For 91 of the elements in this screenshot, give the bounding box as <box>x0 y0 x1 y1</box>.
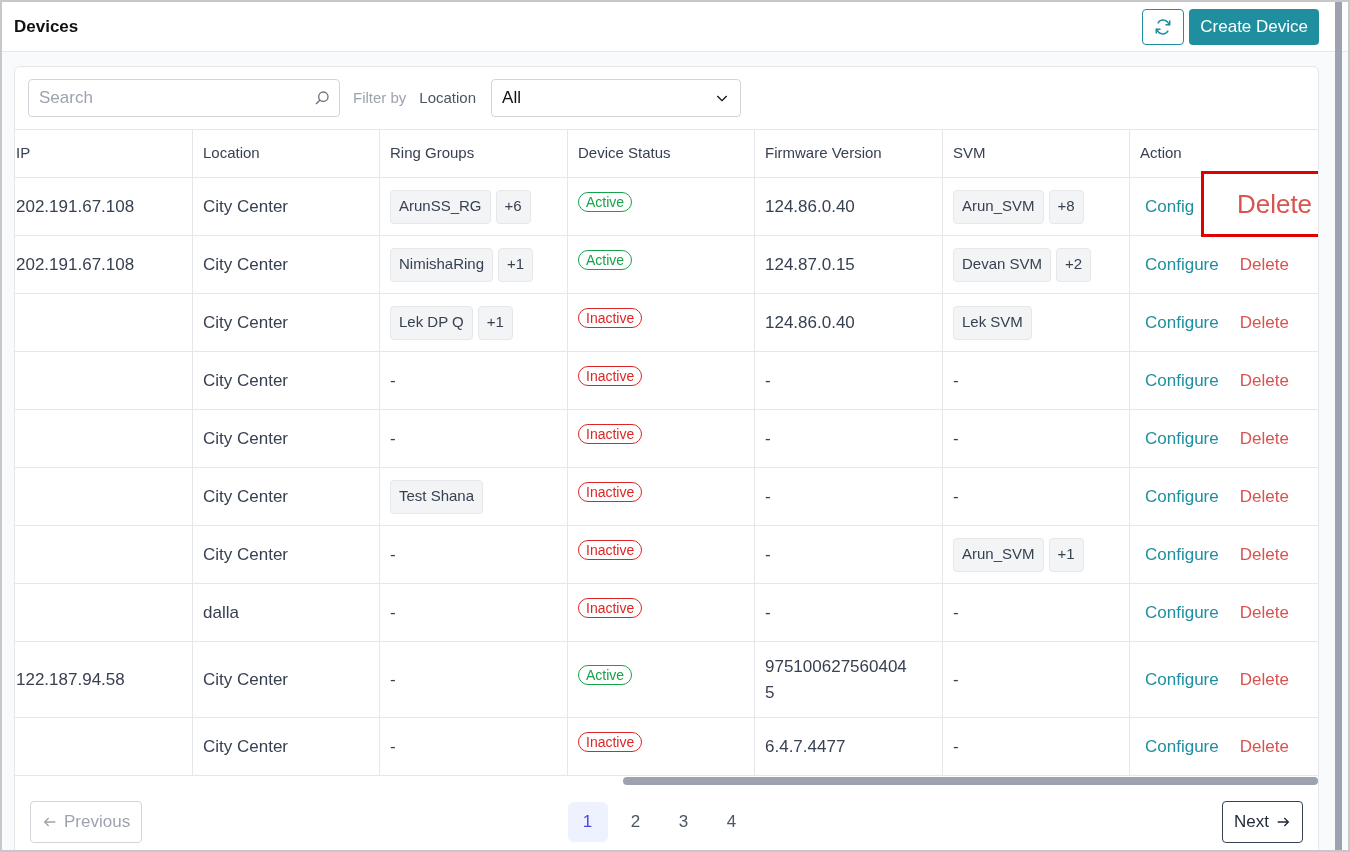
table-cell-text: - <box>953 427 959 450</box>
configure-link[interactable]: Config <box>1145 193 1195 220</box>
page-button[interactable]: 1 <box>567 802 608 842</box>
tag: ArunSS_RG <box>390 189 491 224</box>
page-button[interactable]: 2 <box>615 802 656 842</box>
page-title: Devices <box>14 15 79 38</box>
column-header: Firmware Version <box>765 143 882 164</box>
tag: Test Shana <box>390 479 484 514</box>
table-cell-text: 202.191.67.108 <box>16 253 135 276</box>
table-cell-text: City Center <box>203 668 289 691</box>
column-header: Action <box>1140 143 1182 164</box>
table-cell-text: 9751006275604045 <box>765 655 908 704</box>
filter-label: Filter by <box>353 87 407 108</box>
tag: NimishaRing <box>390 247 494 282</box>
column-header: IP <box>16 143 31 164</box>
tag: +1 <box>1048 537 1084 572</box>
table-cell-text: - <box>390 543 396 566</box>
table-cell-text: 6.4.7.4477 <box>765 735 846 758</box>
create-device-button[interactable]: Create Device <box>1189 8 1319 45</box>
table-cell-text: - <box>953 485 959 508</box>
table-cell-text: City Center <box>203 253 289 276</box>
table-cell-text: - <box>765 485 771 508</box>
location-select[interactable]: All <box>491 79 742 117</box>
next-button[interactable]: Next <box>1222 801 1303 843</box>
tag: +1 <box>477 305 513 340</box>
table-cell-text: - <box>390 668 396 691</box>
tag: +1 <box>498 247 534 282</box>
delete-link[interactable]: Delete <box>1239 483 1289 510</box>
table-cell-text: - <box>765 601 771 624</box>
table-cell-text: - <box>390 427 396 450</box>
tag: +2 <box>1056 247 1092 282</box>
tag: Arun_SVM <box>953 189 1044 224</box>
table-cell-text: - <box>953 601 959 624</box>
tag: Lek DP Q <box>390 305 473 340</box>
delete-link[interactable]: Delete <box>1239 425 1289 452</box>
table-cell-text: dalla <box>203 601 239 624</box>
table-cell-text: 124.87.0.15 <box>765 253 855 276</box>
refresh-icon <box>1154 17 1173 36</box>
table-cell-text: City Center <box>203 543 289 566</box>
table-cell-text: - <box>390 369 396 392</box>
delete-link[interactable]: Delete <box>1239 733 1289 760</box>
table-cell-text: - <box>765 369 771 392</box>
configure-link[interactable]: Configure <box>1145 541 1219 568</box>
tag: Devan SVM <box>953 247 1052 282</box>
configure-link[interactable]: Configure <box>1145 733 1219 760</box>
column-header: SVM <box>953 143 986 164</box>
page-button[interactable]: 4 <box>711 802 752 842</box>
configure-link[interactable]: Configure <box>1145 425 1219 452</box>
table-cell-text: - <box>953 735 959 758</box>
horizontal-scrollbar[interactable] <box>623 777 1318 785</box>
table-cell-text: - <box>765 543 771 566</box>
column-header: Location <box>203 143 260 164</box>
table-cell-text: City Center <box>203 311 289 334</box>
table-cell-text: - <box>953 369 959 392</box>
location-label: Location <box>419 87 477 108</box>
delete-link[interactable]: Delete <box>1239 666 1289 693</box>
table-cell-text: City Center <box>203 735 289 758</box>
configure-link[interactable]: Configure <box>1145 599 1219 626</box>
table-cell-text: City Center <box>203 369 289 392</box>
delete-link[interactable]: Delete <box>1239 251 1289 278</box>
page-button[interactable]: 3 <box>663 802 704 842</box>
search-field[interactable]: Search <box>28 79 340 117</box>
table-cell-text: - <box>390 735 396 758</box>
table-cell-text: City Center <box>203 485 289 508</box>
configure-link[interactable]: Configure <box>1145 483 1219 510</box>
delete-link[interactable]: Delete <box>1239 599 1289 626</box>
scrollbar[interactable] <box>1335 2 1342 850</box>
table-cell-text: City Center <box>203 195 289 218</box>
table-cell-text: 124.86.0.40 <box>765 195 855 218</box>
table-cell-text: - <box>765 427 771 450</box>
tag: +6 <box>495 189 531 224</box>
table-cell-text: 122.187.94.58 <box>16 668 125 691</box>
delete-link[interactable]: Delete <box>1239 541 1289 568</box>
table-cell-text: 124.86.0.40 <box>765 311 855 334</box>
table-cell-text: 202.191.67.108 <box>16 195 135 218</box>
table-cell-text: - <box>953 668 959 691</box>
delete-link[interactable]: Delete <box>1239 309 1289 336</box>
refresh-button[interactable] <box>1142 8 1185 45</box>
tag: Lek SVM <box>953 305 1032 340</box>
table-cell-text: - <box>390 601 396 624</box>
configure-link[interactable]: Configure <box>1145 666 1219 693</box>
tag: Arun_SVM <box>953 537 1044 572</box>
search-icon <box>314 90 330 106</box>
column-header: Device Status <box>578 143 671 164</box>
delete-link[interactable]: Delete <box>1239 367 1289 394</box>
table-cell-text: City Center <box>203 427 289 450</box>
configure-link[interactable]: Configure <box>1145 367 1219 394</box>
configure-link[interactable]: Configure <box>1145 309 1219 336</box>
column-header: Ring Groups <box>390 143 475 164</box>
tag: +8 <box>1048 189 1084 224</box>
configure-link[interactable]: Configure <box>1145 251 1219 278</box>
